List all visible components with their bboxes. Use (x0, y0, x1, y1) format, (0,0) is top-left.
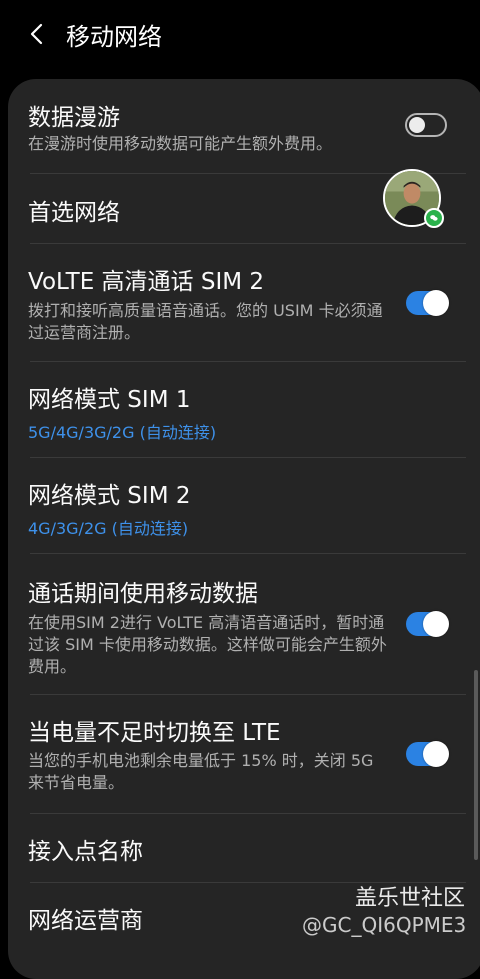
toggle-knob (423, 741, 449, 767)
data-roaming-toggle[interactable] (405, 113, 447, 137)
setting-data-during-calls[interactable]: 通话期间使用移动数据 在使用SIM 2进行 VoLTE 高清语音通话时，暂时通过… (8, 554, 458, 694)
setting-label: 网络运营商 (28, 908, 143, 934)
toggle-knob (423, 290, 449, 316)
setting-label: VoLTE 高清通话 SIM 2 (28, 269, 265, 295)
setting-label: 接入点名称 (28, 839, 143, 865)
setting-description: 拨打和接听高质量语音通话。您的 USIM 卡必须通过运营商注册。 (28, 301, 383, 342)
volte-toggle[interactable] (406, 290, 449, 316)
setting-switch-to-lte[interactable]: 当电量不足时切换至 LTE 当您的手机电池剩余电量低于 15% 时，关闭 5G … (8, 695, 458, 812)
data-during-calls-toggle[interactable] (406, 611, 449, 637)
setting-label: 当电量不足时切换至 LTE (28, 720, 281, 746)
setting-description: 在漫游时使用移动数据可能产生额外费用。 (28, 134, 333, 153)
scrollbar[interactable] (474, 670, 478, 860)
setting-description: 在使用SIM 2进行 VoLTE 高清语音通话时，暂时通过该 SIM 卡使用移动… (28, 613, 387, 676)
setting-label: 通话期间使用移动数据 (28, 581, 258, 607)
setting-label: 数据漫游 (28, 105, 120, 131)
setting-label: 网络模式 SIM 2 (28, 483, 191, 509)
toggle-knob (423, 611, 449, 637)
setting-value: 4G/3G/2G (自动连接) (28, 519, 189, 538)
back-arrow-icon[interactable] (22, 18, 52, 50)
watermark-community: 盖乐世社区 (355, 886, 466, 911)
toggle-knob (409, 117, 425, 133)
wechat-badge-icon (424, 208, 444, 228)
setting-description: 当您的手机电池剩余电量低于 15% 时，关闭 5G 来节省电量。 (28, 751, 374, 792)
switch-to-lte-toggle[interactable] (406, 741, 449, 767)
setting-network-mode-sim1[interactable]: 网络模式 SIM 1 5G/4G/3G/2G (自动连接) (8, 362, 458, 457)
setting-label: 网络模式 SIM 1 (28, 387, 191, 413)
setting-data-roaming[interactable]: 数据漫游 在漫游时使用移动数据可能产生额外费用。 (8, 79, 458, 173)
page-title: 移动网络 (66, 23, 162, 51)
setting-value: 5G/4G/3G/2G (自动连接) (28, 423, 217, 442)
setting-volte-sim2[interactable]: VoLTE 高清通话 SIM 2 拨打和接听高质量语音通话。您的 USIM 卡必… (8, 244, 458, 361)
setting-network-mode-sim2[interactable]: 网络模式 SIM 2 4G/3G/2G (自动连接) (8, 458, 458, 553)
watermark-user-id: @GC_QI6QPME3 (302, 913, 467, 937)
app-header: 移动网络 (0, 0, 480, 70)
setting-access-point-names[interactable]: 接入点名称 (8, 814, 458, 882)
setting-label: 首选网络 (28, 200, 120, 226)
